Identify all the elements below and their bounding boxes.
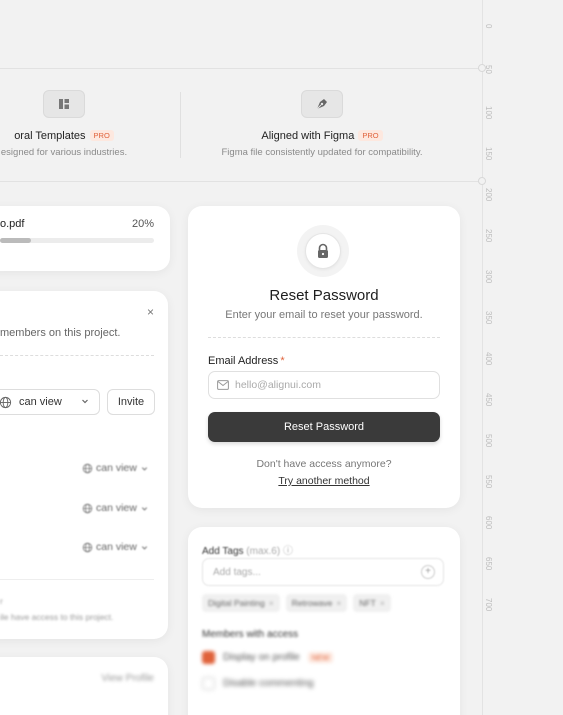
feature-description: esigned for various industries. xyxy=(0,147,128,158)
feature-title: Aligned with Figma PRO xyxy=(216,130,428,142)
members-title: Members with access xyxy=(202,629,299,640)
tags-placeholder: Add tags... xyxy=(213,566,261,578)
chevron-down-icon xyxy=(141,466,147,471)
file-name: o.pdf xyxy=(0,218,25,230)
ruler-tick: 100 xyxy=(484,106,493,120)
permission-label: can view xyxy=(19,396,62,408)
globe-icon xyxy=(82,503,93,513)
tags-card: Add Tags (max.6) ⓘ Add tags... + Digital… xyxy=(188,527,460,715)
email-placeholder: hello@alignui.com xyxy=(235,379,321,391)
chevron-down-icon xyxy=(141,506,147,511)
close-icon: × xyxy=(336,598,342,608)
guide-line xyxy=(0,68,482,69)
checkbox[interactable] xyxy=(202,677,215,690)
upload-card: o.pdf 20% xyxy=(0,206,170,271)
lock-icon xyxy=(305,233,341,269)
member-permission-label: can view xyxy=(96,502,137,514)
ruler-tick: 650 xyxy=(484,557,493,571)
ruler-tick: 400 xyxy=(484,352,493,366)
ruler-tick: 250 xyxy=(484,229,493,243)
tags-input[interactable]: Add tags... + xyxy=(202,558,444,586)
subtitle: Enter your email to reset your password. xyxy=(225,309,423,321)
tag-chip[interactable]: NFT × xyxy=(353,594,391,612)
divider xyxy=(0,355,154,356)
feature-title: oral Templates PRO xyxy=(0,130,164,142)
email-label: Email Address * xyxy=(208,355,285,367)
divider xyxy=(180,92,181,158)
globe-icon xyxy=(0,396,12,412)
tag-chips: Digital Painting × Retrowave × NFT × xyxy=(202,594,391,612)
upload-percent: 20% xyxy=(131,218,154,230)
tag-chip[interactable]: Retrowave × xyxy=(285,594,348,612)
divider xyxy=(0,579,154,580)
vertical-ruler: 0 50 100 150 200 250 300 350 400 450 500 550 600 650 7… xyxy=(482,0,563,715)
tags-label: Add Tags (max.6) ⓘ xyxy=(202,546,293,557)
feature-figma: Aligned with Figma PRO Figma file consist… xyxy=(216,90,428,158)
chevron-down-icon xyxy=(80,396,90,409)
page-title: Reset Password xyxy=(269,287,379,304)
reset-password-button[interactable]: Reset Password xyxy=(208,412,440,442)
close-icon: × xyxy=(268,598,274,608)
chevron-down-icon xyxy=(141,545,147,550)
upload-progress-bar xyxy=(0,238,154,243)
globe-icon xyxy=(82,463,93,473)
ruler-tick: 300 xyxy=(484,270,493,284)
share-footer-text: ile have access to this project. xyxy=(0,612,114,622)
invite-button[interactable]: Invite xyxy=(107,389,155,415)
ruler-tick: 450 xyxy=(484,393,493,407)
close-icon: × xyxy=(379,598,385,608)
tag-chip[interactable]: Digital Painting × xyxy=(202,594,280,612)
member-permission-label: can view xyxy=(96,462,137,474)
pen-tool-icon xyxy=(301,90,343,118)
checkbox[interactable] xyxy=(202,651,215,664)
permission-select[interactable]: can view xyxy=(0,389,100,415)
view-profile-link[interactable]: View Profile xyxy=(101,673,154,684)
guide-line xyxy=(0,181,482,182)
pro-badge: PRO xyxy=(89,130,114,141)
member-permission-select[interactable]: can view xyxy=(82,462,149,474)
divider xyxy=(208,337,440,338)
feature-templates: oral Templates PRO esigned for various in… xyxy=(0,90,164,158)
close-icon[interactable]: × xyxy=(147,305,154,319)
ruler-tick: 500 xyxy=(484,434,493,448)
option-display-on-profile[interactable]: Display on profile NEW xyxy=(202,651,334,664)
access-question: Don't have access anymore? xyxy=(256,458,392,470)
info-icon: ⓘ xyxy=(282,546,293,557)
share-card: × members on this project. can view Invi… xyxy=(0,291,168,639)
layout-grid-icon xyxy=(43,90,85,118)
ruler-tick: 600 xyxy=(484,516,493,530)
upload-progress-fill xyxy=(0,238,31,243)
try-another-method-link[interactable]: Try another method xyxy=(188,475,460,487)
share-description: members on this project. xyxy=(0,327,121,339)
option-disable-commenting[interactable]: Disable commenting xyxy=(202,677,314,690)
pro-badge: PRO xyxy=(358,130,383,141)
profile-card: View Profile xyxy=(0,657,168,715)
member-permission-select[interactable]: can view xyxy=(82,541,149,553)
required-mark: * xyxy=(280,355,285,367)
mail-icon xyxy=(217,380,229,393)
reset-password-card: Reset Password Enter your email to reset… xyxy=(188,206,460,508)
email-field[interactable]: hello@alignui.com xyxy=(208,371,440,399)
ruler-tick: 550 xyxy=(484,475,493,489)
plus-icon[interactable]: + xyxy=(421,565,435,579)
footer-mark: r xyxy=(0,596,3,606)
guide-handle xyxy=(478,64,486,72)
guide-handle xyxy=(478,177,486,185)
lock-badge xyxy=(297,225,349,277)
new-badge: NEW xyxy=(307,652,334,663)
globe-icon xyxy=(82,542,93,552)
ruler-tick: 0 xyxy=(484,24,493,29)
ruler-tick: 350 xyxy=(484,311,493,325)
feature-description: Figma file consistently updated for comp… xyxy=(221,147,423,158)
ruler-tick: 150 xyxy=(484,147,493,161)
member-permission-select[interactable]: can view xyxy=(82,502,149,514)
ruler-tick: 700 xyxy=(484,598,493,612)
member-permission-label: can view xyxy=(96,541,137,553)
ruler-tick: 200 xyxy=(484,188,493,202)
